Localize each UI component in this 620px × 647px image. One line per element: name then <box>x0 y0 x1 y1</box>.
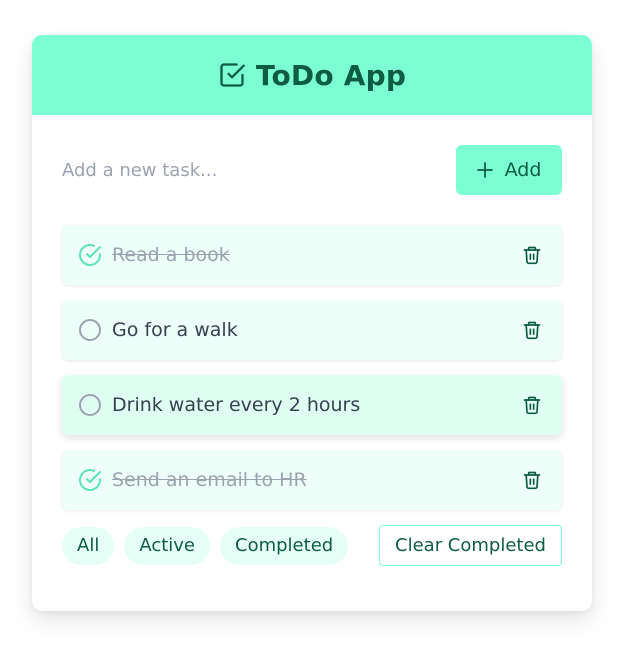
circle-icon[interactable] <box>78 318 102 342</box>
clear-completed-button[interactable]: Clear Completed <box>379 525 562 566</box>
trash-icon[interactable] <box>522 395 542 415</box>
task-list: Read a book Go for a walk Drink water ev… <box>62 225 562 510</box>
task-text: Send an email to HR <box>112 469 307 491</box>
trash-icon[interactable] <box>522 320 542 340</box>
todo-card: ToDo App Add Read a book Go for <box>32 35 592 611</box>
task-item: Drink water every 2 hours <box>62 375 562 435</box>
app-body: Add Read a book Go for a walk Drink wate… <box>32 115 592 566</box>
checkbox-icon <box>218 61 246 89</box>
task-text: Drink water every 2 hours <box>112 394 361 416</box>
trash-icon[interactable] <box>522 470 542 490</box>
task-text: Read a book <box>112 244 230 266</box>
check-circle-icon[interactable] <box>78 468 102 492</box>
add-task-row: Add <box>62 145 562 195</box>
plus-icon <box>476 162 493 178</box>
filter-active-button[interactable]: Active <box>124 526 211 565</box>
new-task-input[interactable] <box>62 145 456 195</box>
trash-icon[interactable] <box>522 245 542 265</box>
add-task-button[interactable]: Add <box>456 145 562 195</box>
task-item: Send an email to HR <box>62 450 562 510</box>
task-footer: All Active Completed Clear Completed <box>62 525 562 566</box>
filter-all-button[interactable]: All <box>62 526 115 565</box>
check-circle-icon[interactable] <box>78 243 102 267</box>
filter-completed-button[interactable]: Completed <box>220 526 349 565</box>
circle-icon[interactable] <box>78 393 102 417</box>
add-button-label: Add <box>504 159 542 181</box>
app-header: ToDo App <box>32 35 592 115</box>
task-text: Go for a walk <box>112 319 238 341</box>
app-title: ToDo App <box>255 58 407 92</box>
task-item: Read a book <box>62 225 562 285</box>
task-item: Go for a walk <box>62 300 562 360</box>
